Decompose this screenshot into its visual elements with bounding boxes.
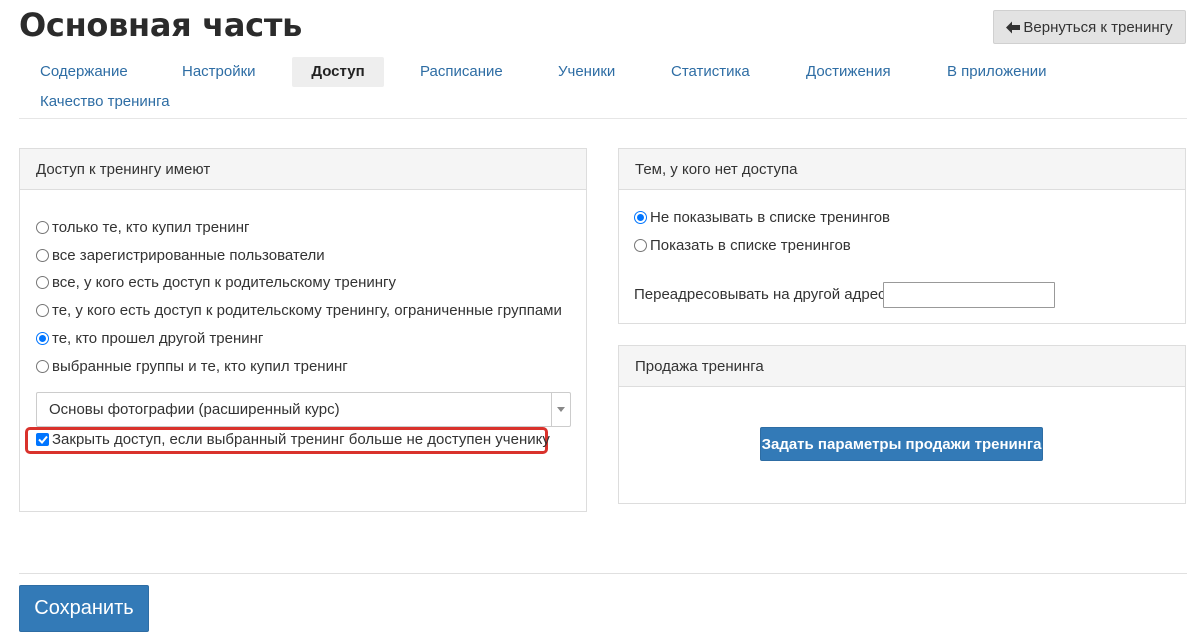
tab-schedule[interactable]: Расписание xyxy=(420,57,503,87)
access-panel: Доступ к тренингу имеют только те, кто к… xyxy=(19,148,587,512)
access-option-label: те, у кого есть доступ к родительскому т… xyxy=(52,302,562,319)
radio-button[interactable] xyxy=(634,239,647,252)
no-access-option-label: Показать в списке тренингов xyxy=(650,237,851,254)
training-select[interactable]: Основы фотографии (расширенный курс) xyxy=(36,392,571,427)
access-panel-heading: Доступ к тренингу имеют xyxy=(20,149,586,190)
tab-settings[interactable]: Настройки xyxy=(182,57,256,87)
redirect-label: Переадресовывать на другой адрес xyxy=(634,286,886,303)
tab-statistics[interactable]: Статистика xyxy=(671,57,750,87)
radio-button[interactable] xyxy=(36,304,49,317)
access-option-label: все, у кого есть доступ к родительскому … xyxy=(52,274,397,291)
radio-button[interactable] xyxy=(36,360,49,373)
access-option-completed-other[interactable]: те, кто прошел другой тренинг xyxy=(36,330,263,347)
arrow-left-icon xyxy=(1006,21,1021,34)
access-option-parent[interactable]: все, у кого есть доступ к родительскому … xyxy=(36,274,396,291)
access-option-registered[interactable]: все зарегистрированные пользователи xyxy=(36,247,325,264)
chevron-down-icon[interactable] xyxy=(551,393,570,426)
radio-button-checked[interactable] xyxy=(36,332,49,345)
back-button-label: Вернуться к тренингу xyxy=(1023,18,1173,36)
page-title: Основная часть xyxy=(19,6,303,44)
tab-in-app[interactable]: В приложении xyxy=(947,57,1047,87)
access-option-purchased[interactable]: только те, кто купил тренинг xyxy=(36,219,249,236)
access-option-label: только те, кто купил тренинг xyxy=(52,219,250,236)
tabs-divider xyxy=(19,118,1187,119)
tab-content[interactable]: Содержание xyxy=(40,57,128,87)
no-access-option-hide[interactable]: Не показывать в списке тренингов xyxy=(634,209,890,226)
footer-divider xyxy=(19,573,1187,574)
checkbox-checked[interactable] xyxy=(36,433,49,446)
tab-students[interactable]: Ученики xyxy=(558,57,615,87)
radio-button[interactable] xyxy=(36,249,49,262)
save-button[interactable]: Сохранить xyxy=(19,585,149,632)
sale-settings-button[interactable]: Задать параметры продажи тренинга xyxy=(760,427,1043,461)
no-access-panel: Тем, у кого нет доступа Не показывать в … xyxy=(618,148,1186,324)
no-access-option-show[interactable]: Показать в списке тренингов xyxy=(634,237,851,254)
training-select-value: Основы фотографии (расширенный курс) xyxy=(49,401,340,418)
redirect-url-input[interactable] xyxy=(883,282,1055,308)
back-to-training-button[interactable]: Вернуться к тренингу xyxy=(993,10,1186,44)
access-option-label: выбранные группы и те, кто купил тренинг xyxy=(52,358,348,375)
access-option-label: те, кто прошел другой тренинг xyxy=(52,330,264,347)
radio-button-checked[interactable] xyxy=(634,211,647,224)
no-access-option-label: Не показывать в списке тренингов xyxy=(650,209,891,226)
radio-button[interactable] xyxy=(36,276,49,289)
radio-button[interactable] xyxy=(36,221,49,234)
tab-training-quality[interactable]: Качество тренинга xyxy=(40,87,170,117)
close-access-label: Закрыть доступ, если выбранный тренинг б… xyxy=(52,431,550,448)
close-access-option[interactable]: Закрыть доступ, если выбранный тренинг б… xyxy=(36,431,550,448)
access-option-parent-groups[interactable]: те, у кого есть доступ к родительскому т… xyxy=(36,302,562,319)
sale-panel-heading: Продажа тренинга xyxy=(619,346,1185,387)
tab-access[interactable]: Доступ xyxy=(292,57,384,87)
access-option-label: все зарегистрированные пользователи xyxy=(52,247,325,264)
sale-panel: Продажа тренинга Задать параметры продаж… xyxy=(618,345,1186,504)
tab-achievements[interactable]: Достижения xyxy=(806,57,891,87)
no-access-panel-heading: Тем, у кого нет доступа xyxy=(619,149,1185,190)
access-option-groups-purchased[interactable]: выбранные группы и те, кто купил тренинг xyxy=(36,358,348,375)
